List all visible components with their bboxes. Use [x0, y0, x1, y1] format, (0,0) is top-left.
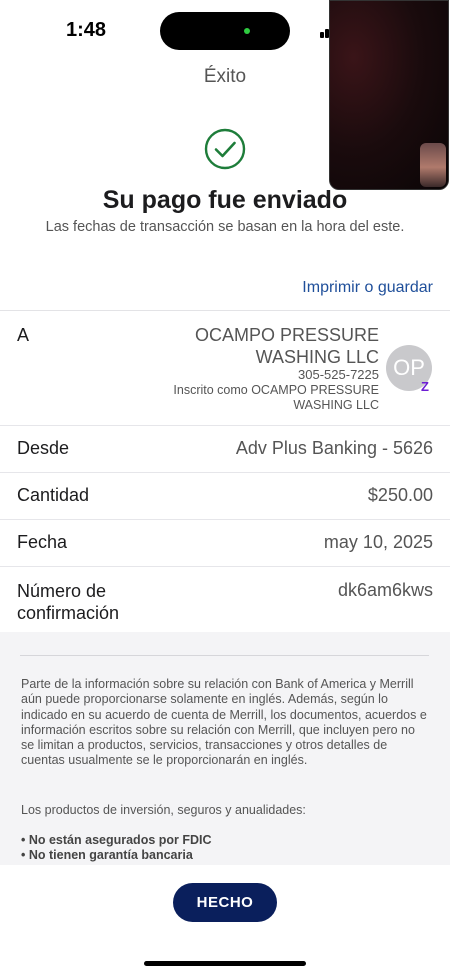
divider — [20, 655, 429, 656]
list-item: • No tienen garantía bancaria — [21, 848, 193, 862]
camera-indicator-icon — [244, 28, 250, 34]
detail-row-amount: Cantidad $250.00 — [0, 473, 450, 520]
video-call-pip[interactable] — [329, 0, 449, 190]
dynamic-island — [160, 12, 290, 50]
page-header: Éxito — [0, 66, 450, 88]
home-indicator[interactable] — [144, 961, 306, 966]
done-button[interactable]: HECHO — [173, 883, 277, 922]
recipient-name: OCAMPO PRESSURE WASHING LLC — [194, 325, 379, 367]
payment-details: A OCAMPO PRESSURE WASHING LLC 305-525-72… — [0, 310, 450, 634]
confirmation-value: dk6am6kws — [337, 580, 433, 600]
page-title: Éxito — [203, 66, 247, 87]
date-value: may 10, 2025 — [323, 532, 433, 552]
amount-label: Cantidad — [17, 485, 90, 505]
from-label: Desde — [17, 438, 70, 458]
recipient-enrolled-as: Inscrito como OCAMPO PRESSURE WASHING LL… — [173, 383, 379, 412]
date-label: Fecha — [17, 532, 68, 552]
from-value: Adv Plus Banking - 5626 — [235, 438, 433, 458]
detail-row-recipient: A OCAMPO PRESSURE WASHING LLC 305-525-72… — [0, 311, 450, 426]
investment-list: • No están asegurados por FDIC • No tien… — [21, 833, 212, 863]
zelle-icon: Z — [421, 379, 429, 394]
status-time: 1:48 — [66, 19, 107, 41]
detail-row-confirmation: Número de confirmación dk6am6kws — [0, 567, 450, 634]
print-or-save-link[interactable]: Imprimir o guardar — [302, 279, 433, 297]
checkmark-circle-icon — [204, 128, 246, 170]
detail-row-from: Desde Adv Plus Banking - 5626 — [0, 426, 450, 473]
recipient-phone: 305-525-7225 — [298, 367, 379, 382]
recipient-label: A — [17, 325, 30, 345]
investment-heading: Los productos de inversión, seguros y an… — [21, 803, 306, 817]
amount-value: $250.00 — [367, 485, 433, 505]
timezone-note: Las fechas de transacción se basan en la… — [45, 219, 405, 235]
list-item: • No están asegurados por FDIC — [21, 833, 212, 847]
disclaimer-section[interactable]: Parte de la información sobre su relació… — [0, 632, 450, 865]
success-title: Su pago fue enviado — [102, 186, 348, 214]
confirmation-label: Número de confirmación — [17, 581, 120, 623]
self-view-thumbnail — [420, 143, 446, 187]
detail-row-date: Fecha may 10, 2025 — [0, 520, 450, 567]
disclaimer-text: Parte de la información sobre su relació… — [21, 677, 427, 768]
